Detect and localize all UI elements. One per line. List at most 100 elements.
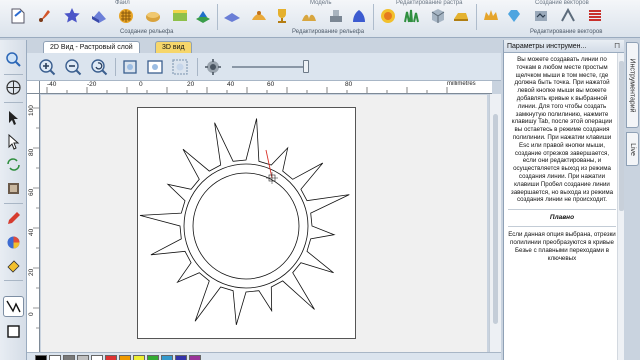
tab-2d-view[interactable]: 2D Вид - Растровый слой — [43, 41, 140, 53]
gold-bar-icon[interactable] — [451, 6, 471, 26]
opacity-slider-thumb[interactable] — [303, 60, 309, 73]
ribbon-group-relief-creation: Создание рельефа — [120, 29, 174, 35]
ruler-tick-label: 60 — [267, 81, 275, 88]
color-swatch[interactable] — [133, 355, 145, 360]
ruler-tick-label: 40 — [28, 228, 35, 236]
color-swatch[interactable] — [175, 355, 187, 360]
relief-icon[interactable] — [299, 6, 319, 26]
zoom-previous-icon[interactable] — [89, 57, 109, 77]
rectangle-tool-icon[interactable] — [3, 321, 24, 342]
sun-rays-polyline — [139, 118, 350, 326]
star-shape-icon[interactable] — [62, 6, 82, 26]
relief-tool-icon[interactable] — [3, 178, 24, 199]
pencil-icon[interactable] — [3, 208, 24, 229]
filter-icon[interactable] — [378, 6, 398, 26]
drawing-canvas[interactable] — [41, 95, 487, 352]
texture-icon[interactable] — [170, 6, 190, 26]
cube-icon[interactable] — [428, 6, 448, 26]
zoom-out-icon[interactable] — [63, 57, 83, 77]
zoom-in-icon[interactable] — [37, 57, 57, 77]
help-divider — [508, 226, 616, 228]
stamp-icon[interactable] — [326, 6, 346, 26]
ruler-horizontal: -40 -20 0 20 40 60 80 millimetres — [27, 81, 492, 94]
help-divider — [508, 209, 616, 211]
tool-parameters-panel: Параметры инструмен... ⊓ Вы можете созда… — [503, 40, 625, 360]
ribbon-group-vector-editing: Редактирование векторов — [530, 29, 603, 35]
color-swatch[interactable] — [63, 355, 75, 360]
canvas-scrollbar-thumb[interactable] — [493, 114, 498, 324]
left-toolbar — [0, 40, 27, 360]
color-palette — [27, 352, 501, 360]
fit-model-icon[interactable] — [120, 57, 140, 77]
bevel-icon[interactable] — [222, 6, 242, 26]
select-arrow-icon[interactable] — [3, 107, 24, 128]
polyline-tool-icon[interactable] — [3, 296, 24, 317]
view-settings-icon[interactable] — [203, 57, 223, 77]
color-swatch[interactable] — [189, 355, 201, 360]
canvas-scrollbar[interactable] — [489, 94, 501, 352]
side-tab-strip: Инструментарий Live — [624, 40, 640, 360]
fit-selection-icon[interactable] — [170, 57, 190, 77]
ruler-tick-label: 0 — [139, 81, 143, 88]
color-swatch[interactable] — [161, 355, 173, 360]
side-tab-live-label: Live — [629, 142, 636, 156]
ruler-tick-label: 40 — [227, 81, 235, 88]
sculpt-icon[interactable] — [349, 6, 369, 26]
transform-icon[interactable] — [3, 154, 24, 175]
ruler-tick-label: -20 — [87, 81, 97, 88]
pin-icon[interactable]: ⊓ — [614, 42, 622, 50]
help-main-text: Вы можете создавать линии по точкам в лю… — [510, 56, 614, 204]
side-tab-live[interactable]: Live — [626, 132, 639, 166]
extrude-icon[interactable] — [89, 6, 109, 26]
tab-3d-view[interactable]: 3D вид — [155, 41, 192, 53]
side-tab-toolbox[interactable]: Инструментарий — [626, 42, 639, 128]
ruler-vertical: 100 80 60 40 20 0 — [27, 94, 40, 352]
zoom-window-icon[interactable] — [3, 49, 24, 70]
smooth-icon[interactable] — [249, 6, 269, 26]
document-tabs: 2D Вид - Растровый слой 3D вид — [27, 40, 501, 53]
node-edit-icon[interactable] — [3, 131, 24, 152]
color-swatch[interactable] — [91, 355, 103, 360]
help-section-text: Если данная опция выбрана, отрезки полил… — [508, 231, 616, 262]
side-tab-toolbox-label: Инструментарий — [629, 57, 636, 113]
paint-icon[interactable] — [35, 6, 55, 26]
bread-icon[interactable] — [143, 6, 163, 26]
panel-help-content: Вы можете создавать линии по точкам в лю… — [508, 56, 616, 356]
vector-text-icon[interactable] — [558, 6, 578, 26]
diamond-icon[interactable] — [504, 6, 524, 26]
weave-icon[interactable] — [116, 6, 136, 26]
contour-icon[interactable] — [531, 6, 551, 26]
color-swatch[interactable] — [147, 355, 159, 360]
help-section-title: Плавно — [549, 214, 575, 222]
ruler-tick-label: 60 — [28, 188, 35, 196]
surface-icon[interactable] — [193, 6, 213, 26]
opacity-slider-track[interactable] — [232, 66, 307, 68]
ruler-tick-label: -40 — [47, 81, 57, 88]
fit-page-icon[interactable] — [145, 57, 165, 77]
ruler-tick-label: 20 — [187, 81, 195, 88]
ruler-tick-label: 100 — [28, 105, 35, 116]
trophy-icon[interactable] — [272, 6, 292, 26]
sun-drawing[interactable] — [138, 108, 357, 340]
ruler-tick-label: 0 — [28, 312, 35, 316]
color-swatch[interactable] — [49, 355, 61, 360]
globe-icon[interactable] — [3, 77, 24, 98]
color-picker-icon[interactable] — [3, 232, 24, 253]
view-toolbar — [27, 53, 501, 81]
color-swatch[interactable] — [119, 355, 131, 360]
ribbon: Файл Модель Редактирование растра Создан… — [0, 0, 640, 38]
color-swatch[interactable] — [77, 355, 89, 360]
color-swatch[interactable] — [105, 355, 117, 360]
ruler-tick-label: 80 — [28, 148, 35, 156]
color-swatch[interactable] — [35, 355, 47, 360]
ribbon-group-relief-editing: Редактирование рельефа — [292, 29, 365, 35]
ruler-tick-label: 80 — [345, 81, 353, 88]
model-sheet[interactable] — [137, 107, 356, 339]
fill-icon[interactable] — [3, 256, 24, 277]
grass-icon[interactable] — [401, 6, 421, 26]
panel-title-text: Параметры инструмен... — [507, 43, 587, 50]
panel-title: Параметры инструмен... — [504, 40, 625, 53]
new-file-icon[interactable] — [8, 6, 28, 26]
stripes-icon[interactable] — [585, 6, 605, 26]
crown-icon[interactable] — [481, 6, 501, 26]
